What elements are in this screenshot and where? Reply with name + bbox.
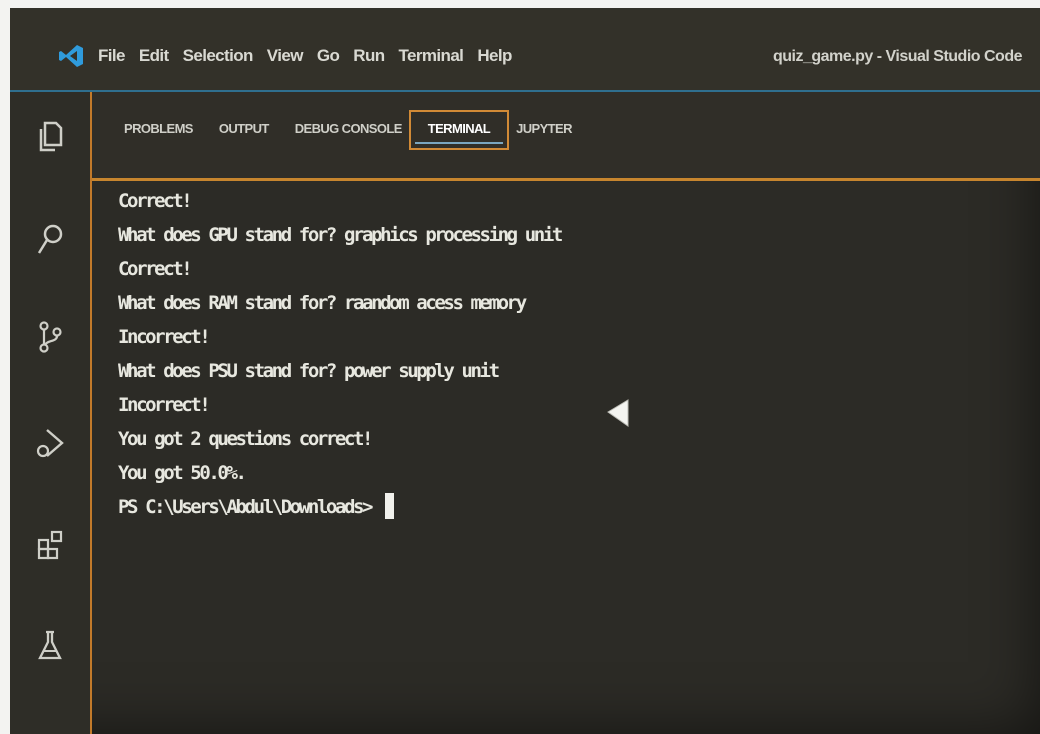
screen-photo: File Edit Selection View Go Run Terminal… — [10, 8, 1040, 734]
tab-terminal[interactable]: TERMINAL — [408, 110, 510, 150]
vscode-logo-icon — [59, 45, 83, 67]
tab-jupyter[interactable]: JUPYTER — [503, 116, 585, 152]
terminal-line: What does PSU stand for? power supply un… — [118, 360, 500, 382]
menu-go[interactable]: Go — [317, 46, 340, 66]
menu-edit[interactable]: Edit — [139, 46, 169, 66]
files-icon[interactable] — [35, 120, 65, 154]
terminal-prompt-line[interactable]: PS C:\Users\Abdul\Downloads> — [118, 490, 1040, 524]
terminal-line: You got 2 questions correct! — [118, 428, 373, 450]
menu-bar: File Edit Selection View Go Run Terminal… — [98, 46, 512, 66]
menu-file[interactable]: File — [98, 46, 125, 66]
terminal-line: Correct! — [118, 258, 193, 280]
search-icon[interactable] — [35, 222, 65, 256]
tab-debug-console[interactable]: DEBUG CONSOLE — [282, 116, 415, 152]
tab-problems[interactable]: PROBLEMS — [122, 116, 206, 152]
terminal-line: What does RAM stand for? raandom acess m… — [118, 292, 527, 314]
terminal-line: Incorrect! — [118, 326, 211, 348]
mouse-pointer-icon — [607, 399, 629, 427]
terminal-line: You got 50.0%. — [118, 462, 247, 484]
menu-run[interactable]: Run — [353, 46, 385, 66]
window-title: quiz_game.py - Visual Studio Code — [772, 48, 1023, 65]
terminal-output[interactable]: Correct! What does GPU stand for? graphi… — [118, 184, 1040, 734]
menu-help[interactable]: Help — [477, 46, 512, 66]
terminal-line: What does GPU stand for? graphics proces… — [118, 224, 563, 246]
testing-icon[interactable] — [35, 628, 65, 662]
tab-output[interactable]: OUTPUT — [206, 116, 282, 152]
terminal-line: Correct! — [118, 190, 193, 212]
panel-tab-bar: PROBLEMS OUTPUT DEBUG CONSOLE TERMINAL J… — [92, 92, 1040, 181]
terminal-line: Incorrect! — [118, 394, 211, 416]
extensions-icon[interactable] — [35, 528, 65, 562]
menu-selection[interactable]: Selection — [183, 46, 254, 66]
terminal-cursor — [385, 493, 395, 519]
activity-bar — [10, 92, 92, 734]
panel-tabs: PROBLEMS OUTPUT DEBUG CONSOLE TERMINAL J… — [122, 110, 585, 152]
source-control-icon[interactable] — [35, 320, 65, 354]
terminal-prompt: PS C:\Users\Abdul\Downloads> — [118, 496, 373, 518]
title-bar: File Edit Selection View Go Run Terminal… — [10, 8, 1040, 92]
menu-view[interactable]: View — [267, 46, 304, 66]
menu-terminal[interactable]: Terminal — [399, 46, 464, 66]
run-debug-icon[interactable] — [35, 426, 65, 460]
